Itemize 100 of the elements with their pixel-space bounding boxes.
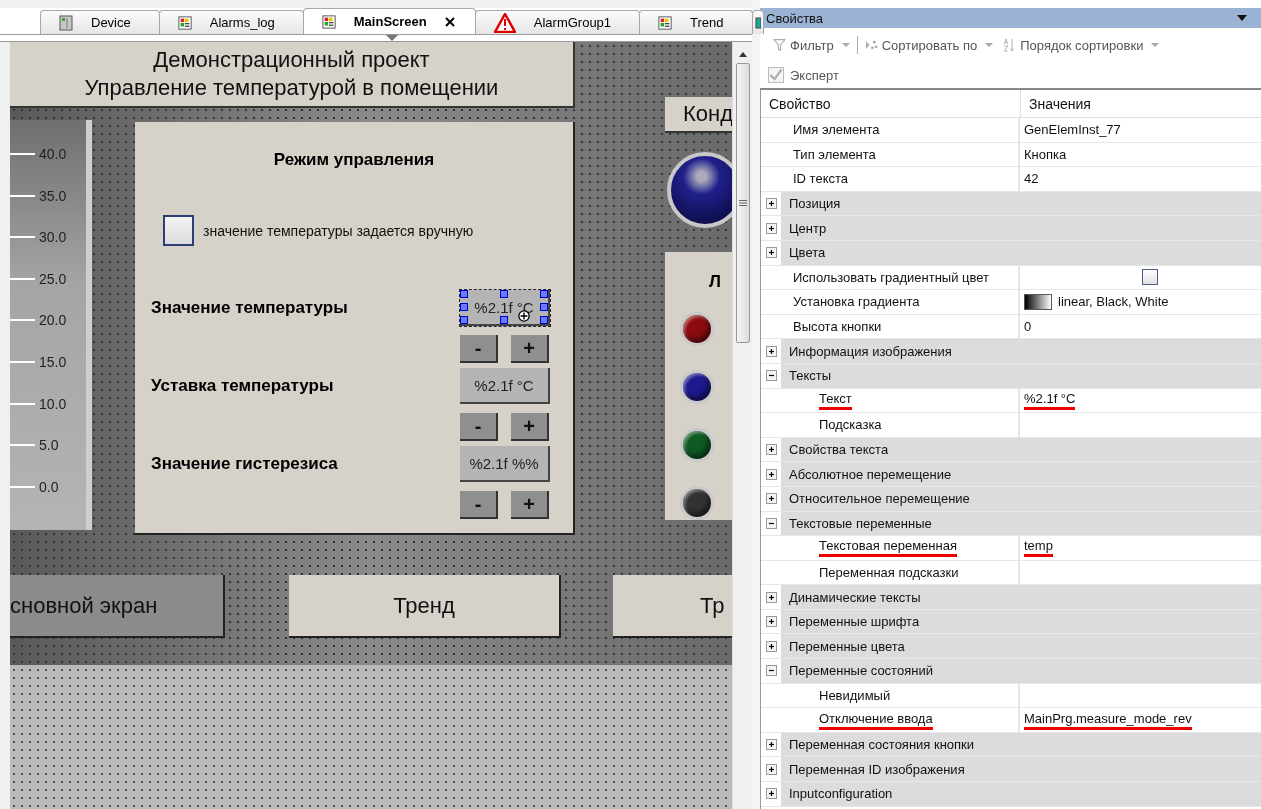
resize-handle-icon[interactable] bbox=[500, 290, 508, 298]
gradient-swatch bbox=[1024, 293, 1052, 310]
property-name: Установка градиента bbox=[793, 294, 920, 310]
tick-mark bbox=[10, 485, 35, 488]
screen-title: Управление температурой в помещении bbox=[84, 74, 499, 102]
property-group[interactable]: Текстовые переменные bbox=[781, 511, 1261, 536]
editor-tab[interactable]: Alarms_log bbox=[158, 10, 304, 35]
property-group[interactable]: Свойства текста bbox=[781, 437, 1261, 462]
decrement-button[interactable]: - bbox=[460, 413, 498, 441]
scale-label: 5.0 bbox=[39, 437, 59, 454]
expander-icon[interactable] bbox=[765, 370, 777, 382]
property-group[interactable]: Относительное перемещение bbox=[781, 486, 1261, 511]
property-group[interactable]: Переменная ID изображения bbox=[781, 757, 1261, 782]
value-button[interactable]: %2.1f °C bbox=[460, 368, 550, 404]
property-value[interactable]: 42 bbox=[1024, 171, 1039, 187]
screen-icon bbox=[177, 14, 192, 31]
property-name: Текст bbox=[819, 390, 852, 410]
scale-label: 35.0 bbox=[39, 187, 67, 204]
property-value[interactable]: linear, Black, White bbox=[1058, 294, 1169, 310]
expander-icon[interactable] bbox=[765, 345, 777, 357]
tick-mark bbox=[10, 319, 35, 322]
vertical-scrollbar[interactable] bbox=[732, 42, 752, 809]
property-group[interactable]: Цвета bbox=[781, 240, 1261, 265]
column-header[interactable]: Значения bbox=[1021, 90, 1091, 117]
increment-button[interactable]: + bbox=[511, 335, 549, 363]
indicator-lamp-icon bbox=[667, 152, 733, 228]
property-value[interactable]: Кнопка bbox=[1024, 146, 1067, 162]
panel-menu-icon[interactable] bbox=[1237, 15, 1247, 21]
tick-mark bbox=[10, 361, 35, 363]
field-label: Уставка температуры bbox=[151, 376, 334, 396]
property-group[interactable]: Переменные шрифта bbox=[781, 609, 1261, 634]
value-button[interactable]: %2.1f %% bbox=[460, 446, 550, 482]
expander-icon[interactable] bbox=[765, 788, 777, 800]
dropdown-caret-icon bbox=[1151, 43, 1160, 47]
expander-icon[interactable] bbox=[765, 763, 777, 775]
scroll-up-icon[interactable] bbox=[738, 52, 747, 57]
property-group[interactable]: Тексты bbox=[781, 363, 1261, 388]
navigation-button[interactable]: Тренд bbox=[289, 575, 561, 638]
grip-icon bbox=[738, 200, 747, 206]
editor-tab[interactable]: AlarmGroup1 bbox=[474, 10, 641, 35]
property-group[interactable]: Информация изображения bbox=[781, 339, 1261, 363]
property-group[interactable]: Переменные состояний bbox=[781, 659, 1261, 683]
expander-icon[interactable] bbox=[765, 468, 777, 480]
column-header[interactable]: Свойство bbox=[761, 90, 1021, 117]
increment-button[interactable]: + bbox=[511, 491, 549, 519]
scrollbar-thumb[interactable] bbox=[735, 63, 750, 343]
property-value[interactable]: MainPrg.measure_mode_rev bbox=[1024, 710, 1192, 730]
expander-icon[interactable] bbox=[765, 222, 777, 234]
expander-icon[interactable] bbox=[765, 517, 777, 529]
scale-label: 10.0 bbox=[39, 395, 67, 412]
property-checkbox[interactable] bbox=[1142, 269, 1158, 286]
decrement-button[interactable]: - bbox=[460, 335, 498, 363]
tick-mark bbox=[10, 277, 35, 280]
expander-icon[interactable] bbox=[765, 665, 777, 677]
property-name: Тип элемента bbox=[793, 146, 876, 162]
property-name: Высота кнопки bbox=[793, 319, 882, 335]
property-value[interactable]: 0 bbox=[1024, 319, 1032, 335]
property-group[interactable]: Переменная состояния кнопки bbox=[781, 732, 1261, 757]
property-value[interactable]: temp bbox=[1024, 538, 1053, 558]
increment-button[interactable]: + bbox=[511, 413, 549, 441]
property-group[interactable]: Динамические тексты bbox=[781, 585, 1261, 609]
dropdown-caret-icon bbox=[841, 43, 850, 47]
navigation-button[interactable]: Тр bbox=[613, 575, 733, 638]
expander-icon[interactable] bbox=[765, 640, 777, 652]
property-name: Переменная подсказки bbox=[819, 565, 959, 580]
property-name: Невидимый bbox=[819, 687, 891, 703]
field-label: Значение температуры bbox=[151, 298, 348, 318]
editor-tab[interactable]: Device bbox=[40, 10, 160, 35]
manual-mode-checkbox[interactable] bbox=[163, 215, 194, 246]
expander-icon[interactable] bbox=[765, 616, 777, 628]
property-group[interactable]: Inputconfiguration bbox=[781, 782, 1261, 806]
property-name: Имя элемента bbox=[793, 122, 880, 138]
screen-title: Демонстрационный проект bbox=[153, 46, 430, 74]
side-button[interactable]: Конд bbox=[665, 97, 733, 133]
property-value[interactable]: %2.1f °C bbox=[1024, 390, 1076, 410]
expander-icon[interactable] bbox=[765, 493, 777, 505]
expander-icon[interactable] bbox=[765, 198, 777, 210]
expander-icon[interactable] bbox=[765, 247, 777, 259]
expander-icon[interactable] bbox=[765, 444, 777, 455]
warning-icon bbox=[493, 12, 516, 33]
resize-handle-icon[interactable] bbox=[500, 316, 508, 324]
scale-label: 0.0 bbox=[39, 478, 59, 495]
expander-icon[interactable] bbox=[765, 591, 777, 603]
expander-icon[interactable] bbox=[765, 739, 777, 751]
property-group[interactable]: Переменные цвета bbox=[781, 634, 1261, 659]
navigation-button[interactable]: сновной экран bbox=[10, 575, 225, 638]
decrement-button[interactable]: - bbox=[460, 491, 498, 519]
property-group[interactable]: Абсолютное перемещение bbox=[781, 462, 1261, 486]
tick-mark bbox=[10, 236, 35, 239]
scale-label: 30.0 bbox=[39, 229, 67, 246]
checkbox-label: Эксперт bbox=[790, 67, 839, 83]
property-group[interactable]: Позиция bbox=[781, 191, 1261, 216]
close-icon[interactable] bbox=[444, 16, 455, 27]
field-label: Значение гистерезиса bbox=[151, 454, 338, 474]
property-group[interactable]: Центр bbox=[781, 216, 1261, 240]
property-name: Отключение ввода bbox=[819, 710, 933, 730]
sort-icon bbox=[864, 38, 878, 52]
property-value[interactable]: GenElemInst_77 bbox=[1024, 122, 1121, 138]
editor-tab[interactable]: Trend bbox=[639, 10, 753, 35]
panel-title: Свойства bbox=[766, 10, 824, 26]
